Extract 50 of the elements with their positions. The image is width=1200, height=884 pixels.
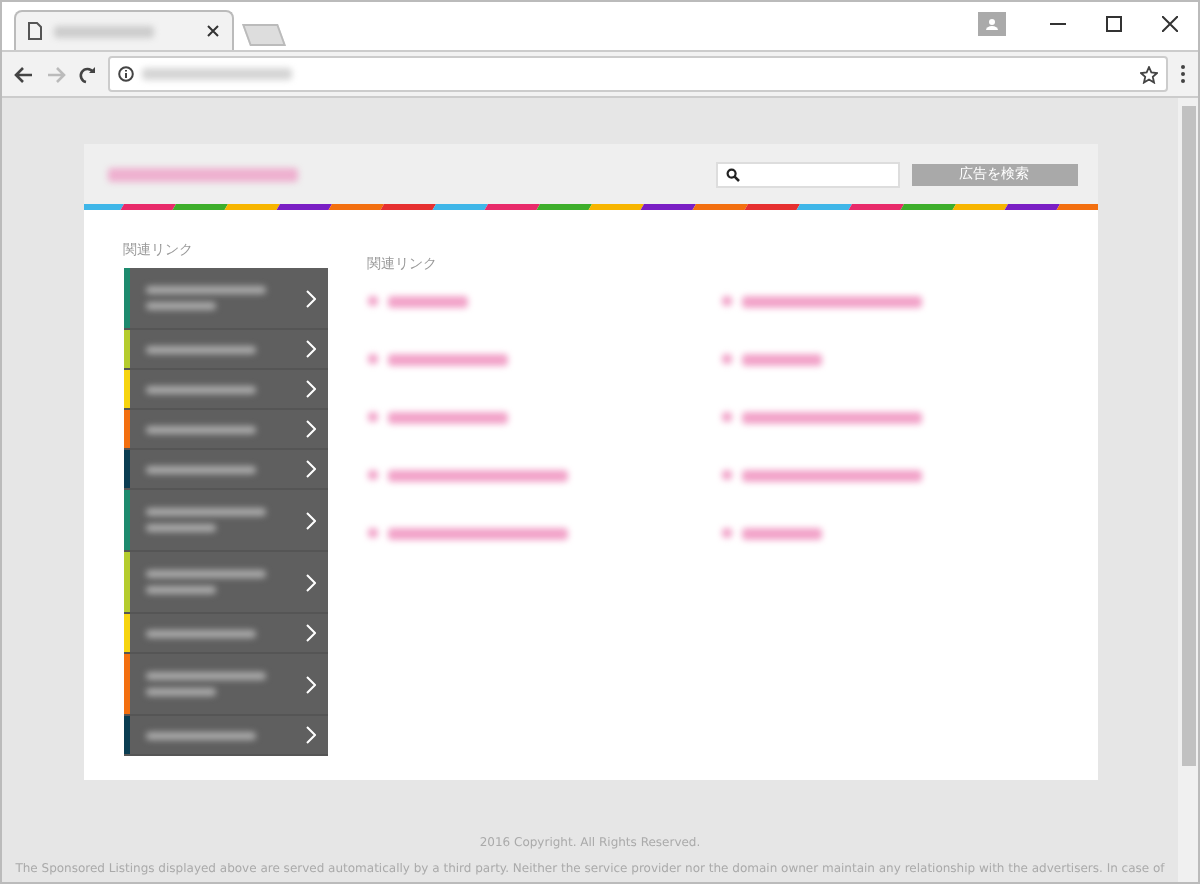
back-icon[interactable] [14, 65, 34, 83]
new-tab-button[interactable] [242, 24, 286, 46]
menu-icon[interactable] [1180, 64, 1186, 84]
blurred-text [145, 286, 265, 294]
sidebar-item[interactable] [123, 490, 327, 552]
chevron-right-icon [305, 420, 315, 438]
star-icon[interactable] [1140, 65, 1158, 83]
info-icon [118, 66, 134, 82]
maximize-icon[interactable] [1106, 16, 1122, 32]
blurred-tab-title [54, 25, 154, 37]
blurred-text [145, 465, 255, 473]
sidebar-item[interactable] [123, 370, 327, 410]
blurred-text [145, 570, 265, 578]
chevron-right-icon [305, 624, 315, 642]
chevron-right-icon [305, 340, 315, 358]
profile-icon[interactable] [978, 12, 1006, 36]
blurred-text [145, 425, 255, 433]
blurred-text [145, 629, 255, 637]
blurred-text [145, 302, 215, 310]
sidebar-item[interactable] [123, 330, 327, 370]
blurred-text [145, 672, 265, 680]
chevron-right-icon [305, 675, 315, 693]
blurred-text [145, 731, 255, 739]
sidebar-item[interactable] [123, 552, 327, 614]
scrollbar[interactable] [1178, 98, 1198, 882]
blurred-text [145, 524, 215, 532]
blurred-text [145, 508, 265, 516]
blurred-text [145, 586, 215, 594]
sidebar-item[interactable] [123, 450, 327, 490]
chevron-right-icon [305, 460, 315, 478]
sidebar-item[interactable] [123, 654, 327, 716]
chevron-right-icon [305, 573, 315, 591]
blurred-text [145, 345, 255, 353]
sidebar-item[interactable] [123, 410, 327, 450]
chevron-right-icon [305, 511, 315, 529]
search-field[interactable] [715, 161, 899, 187]
page-icon [28, 22, 42, 40]
sidebar-item[interactable] [123, 614, 327, 654]
forward-icon[interactable] [46, 65, 66, 83]
search-icon [725, 167, 739, 181]
blurred-text [145, 688, 215, 696]
close-icon[interactable] [1162, 16, 1178, 32]
chevron-right-icon [305, 289, 315, 307]
blurred-text [145, 385, 255, 393]
sidebar-item[interactable] [123, 268, 327, 330]
chevron-right-icon [305, 380, 315, 398]
sidebar-item[interactable] [123, 716, 327, 756]
close-icon[interactable] [206, 24, 220, 38]
chevron-right-icon [305, 726, 315, 744]
reload-icon[interactable] [78, 65, 96, 83]
